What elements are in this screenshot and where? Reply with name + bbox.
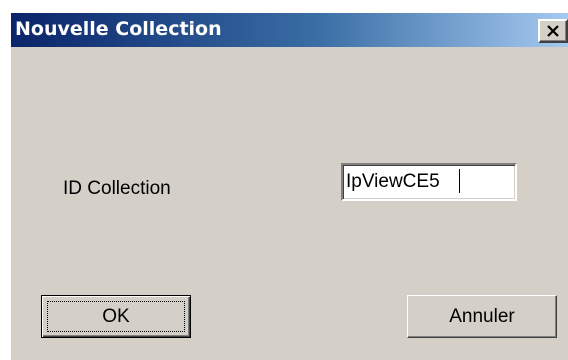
new-collection-dialog: Nouvelle Collection ID Collection OK Ann… [10,12,568,360]
title-bar[interactable]: Nouvelle Collection [11,13,568,47]
cancel-button[interactable]: Annuler [407,295,557,338]
close-button[interactable] [538,19,568,43]
window-title: Nouvelle Collection [15,18,222,40]
id-collection-label: ID Collection [63,178,171,199]
text-caret [459,169,460,193]
ok-button[interactable]: OK [41,295,191,338]
close-icon [547,25,559,37]
cancel-button-label: Annuler [449,305,515,327]
ok-button-label: OK [102,305,130,327]
id-collection-input[interactable] [341,163,517,201]
